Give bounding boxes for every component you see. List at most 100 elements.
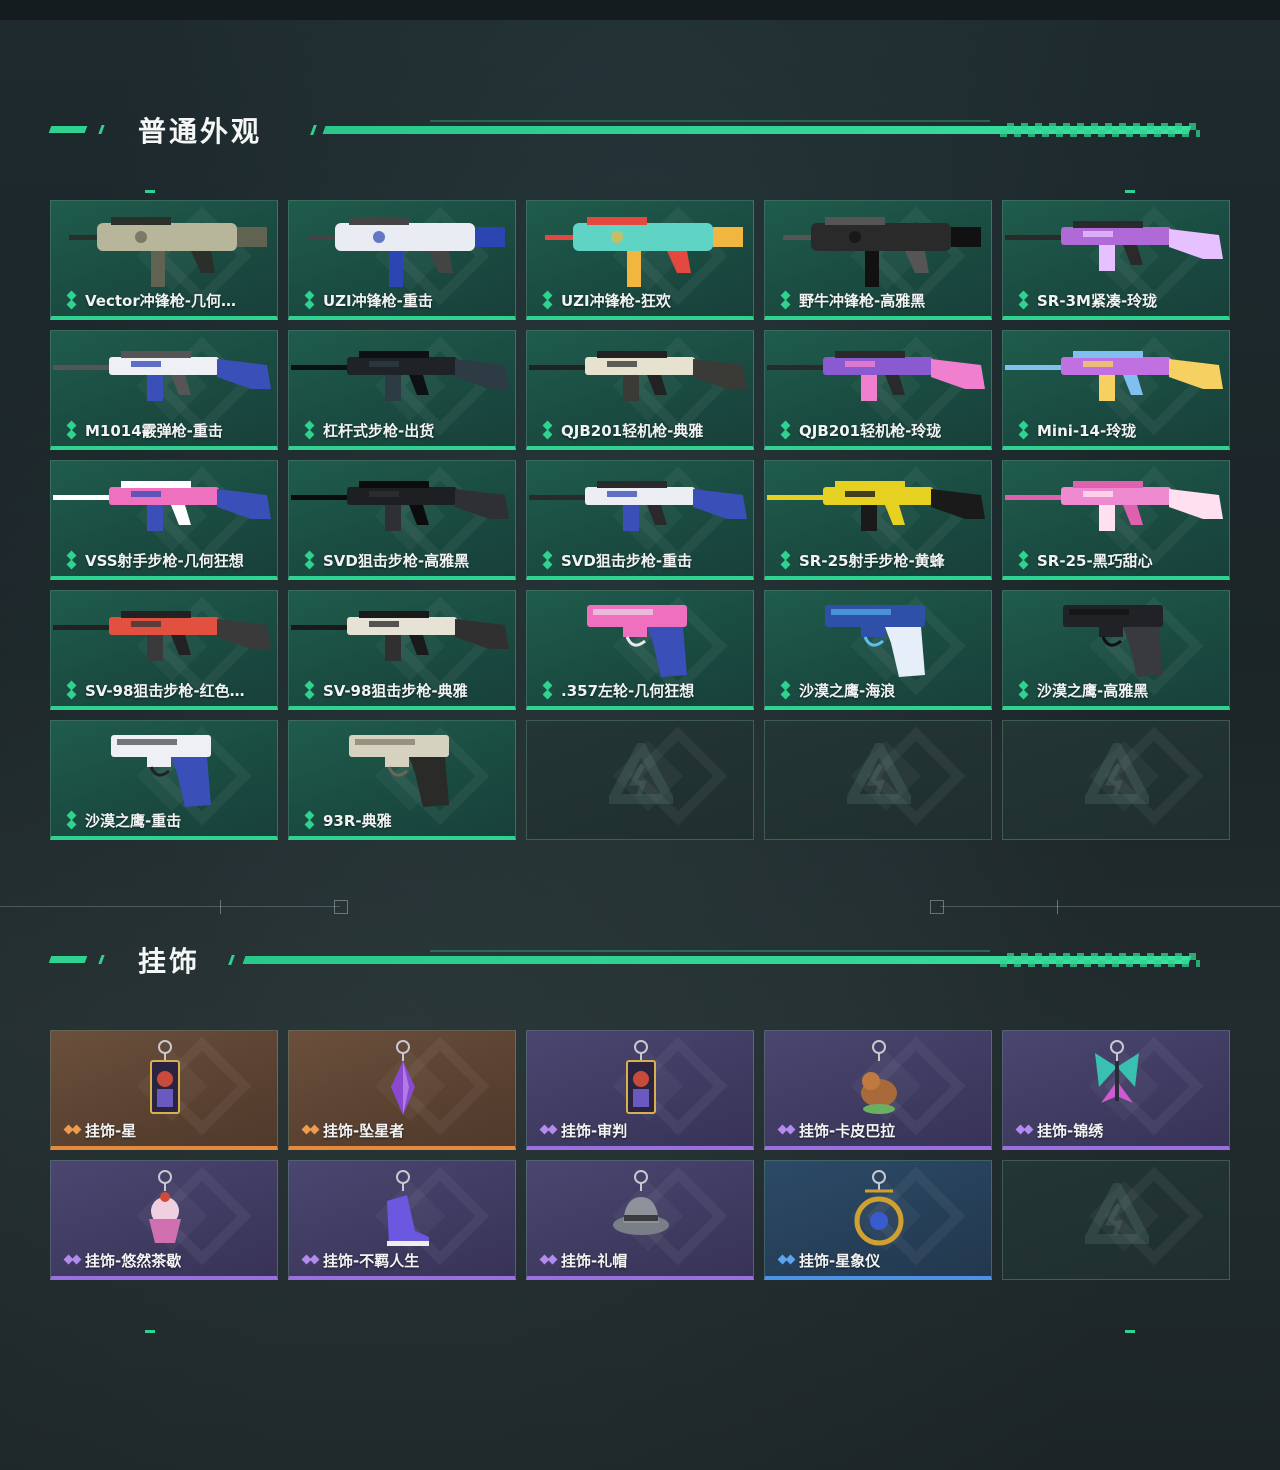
- card-label: SVD狙击步枪-高雅黑: [303, 550, 469, 570]
- skin-card[interactable]: SVD狙击步枪-高雅黑: [288, 460, 516, 580]
- rarity-icon: [65, 420, 79, 440]
- card-label: UZI冲锋枪-狂欢: [541, 290, 671, 310]
- item-name: SV-98狙击步枪-红色…: [85, 681, 245, 700]
- charm-card[interactable]: 挂饰-审判: [526, 1030, 754, 1150]
- card-label: 挂饰-星象仪: [777, 1250, 880, 1270]
- item-name: VSS射手步枪-几何狂想: [85, 551, 244, 570]
- skin-card[interactable]: M1014霰弹枪-重击: [50, 330, 278, 450]
- card-label: SR-25射手步枪-黄蜂: [779, 550, 945, 570]
- item-name: UZI冲锋枪-狂欢: [561, 291, 671, 310]
- header-thin-line: [430, 120, 990, 122]
- item-name: 挂饰-星: [85, 1121, 137, 1140]
- charms-grid: 挂饰-星 挂饰-坠星者 挂饰-审判 挂饰-卡皮巴拉 挂饰-锦绣 挂饰-悠然茶歇 …: [50, 1030, 1230, 1280]
- charm-card[interactable]: 挂饰-悠然茶歇: [50, 1160, 278, 1280]
- item-name: QJB201轻机枪-玲珑: [799, 421, 942, 440]
- item-name: 挂饰-坠星者: [323, 1121, 405, 1140]
- weapon-image: [53, 611, 271, 661]
- skin-card[interactable]: 沙漠之鹰-重击: [50, 720, 278, 840]
- skins-grid: Vector冲锋枪-几何… UZI冲锋枪-重击 UZI冲锋枪-狂欢 野牛冲锋枪-…: [50, 200, 1230, 840]
- section-header-charms: 挂饰: [48, 938, 1230, 982]
- weapon-image: [767, 481, 985, 531]
- header-accent: [228, 955, 235, 965]
- divider-node: [930, 900, 944, 914]
- skin-card[interactable]: .357左轮-几何狂想: [526, 590, 754, 710]
- card-label: Vector冲锋枪-几何…: [65, 290, 236, 310]
- weapon-image: [291, 481, 509, 531]
- skin-card[interactable]: Vector冲锋枪-几何…: [50, 200, 278, 320]
- item-name: Mini-14-玲珑: [1037, 421, 1137, 440]
- charm-image: [626, 1040, 656, 1114]
- item-name: QJB201轻机枪-典雅: [561, 421, 704, 440]
- card-label: SV-98狙击步枪-红色…: [65, 680, 245, 700]
- skin-card[interactable]: SR-25射手步枪-黄蜂: [764, 460, 992, 580]
- item-name: SR-25射手步枪-黄蜂: [799, 551, 945, 570]
- charm-card[interactable]: 挂饰-卡皮巴拉: [764, 1030, 992, 1150]
- skin-card[interactable]: SV-98狙击步枪-典雅: [288, 590, 516, 710]
- skin-card[interactable]: 杠杆式步枪-出货: [288, 330, 516, 450]
- card-label: 挂饰-锦绣: [1015, 1120, 1103, 1140]
- skin-card[interactable]: SV-98狙击步枪-红色…: [50, 590, 278, 710]
- weapon-image: [529, 351, 747, 401]
- charm-card[interactable]: 挂饰-坠星者: [288, 1030, 516, 1150]
- card-label: 挂饰-礼帽: [539, 1250, 627, 1270]
- weapon-image: [825, 605, 925, 677]
- card-label: SV-98狙击步枪-典雅: [303, 680, 468, 700]
- skin-card[interactable]: SVD狙击步枪-重击: [526, 460, 754, 580]
- card-label: SVD狙击步枪-重击: [541, 550, 692, 570]
- card-label: 挂饰-审判: [539, 1120, 628, 1140]
- weapon-image: [53, 351, 271, 401]
- weapon-image: [291, 351, 509, 401]
- skin-card[interactable]: 沙漠之鹰-海浪: [764, 590, 992, 710]
- item-name: 挂饰-审判: [561, 1121, 628, 1140]
- charm-image: [1095, 1040, 1139, 1103]
- rarity-icon: [65, 810, 79, 830]
- rarity-icon: [541, 550, 555, 570]
- rarity-icon: [65, 550, 79, 570]
- rarity-icon: [301, 1252, 320, 1268]
- weapon-image: [545, 217, 743, 287]
- rarity-icon: [1017, 550, 1031, 570]
- header-accent: [98, 125, 105, 134]
- rarity-icon: [1015, 1122, 1034, 1138]
- rarity-icon: [1017, 420, 1031, 440]
- charm-card[interactable]: 挂饰-星: [50, 1030, 278, 1150]
- card-label: 沙漠之鹰-海浪: [779, 680, 895, 700]
- charm-image: [391, 1040, 415, 1115]
- item-name: 杠杆式步枪-出货: [323, 421, 435, 440]
- weapon-image: [69, 217, 267, 287]
- skin-card[interactable]: 沙漠之鹰-高雅黑: [1002, 590, 1230, 710]
- rarity-icon: [777, 1252, 796, 1268]
- skin-card[interactable]: 93R-典雅: [288, 720, 516, 840]
- charm-card[interactable]: 挂饰-礼帽: [526, 1160, 754, 1280]
- divider-node: [220, 900, 221, 914]
- charm-card[interactable]: 挂饰-不羁人生: [288, 1160, 516, 1280]
- rarity-icon: [777, 1122, 796, 1138]
- charm-card[interactable]: 挂饰-星象仪: [764, 1160, 992, 1280]
- card-label: SR-25-黑巧甜心: [1017, 550, 1153, 570]
- rarity-icon: [63, 1122, 82, 1138]
- divider-node: [334, 900, 348, 914]
- section-title-charms: 挂饰: [138, 945, 201, 978]
- item-name: M1014霰弹枪-重击: [85, 421, 223, 440]
- charm-card[interactable]: 挂饰-锦绣: [1002, 1030, 1230, 1150]
- skin-card[interactable]: QJB201轻机枪-典雅: [526, 330, 754, 450]
- skin-card[interactable]: UZI冲锋枪-狂欢: [526, 200, 754, 320]
- skin-card[interactable]: QJB201轻机枪-玲珑: [764, 330, 992, 450]
- rarity-icon: [303, 680, 317, 700]
- rarity-icon: [779, 420, 793, 440]
- weapon-image: [1005, 351, 1223, 401]
- skin-card[interactable]: SR-3M紧凑-玲珑: [1002, 200, 1230, 320]
- logo-icon: [1085, 1183, 1149, 1244]
- weapon-image: [349, 735, 449, 807]
- skin-card[interactable]: SR-25-黑巧甜心: [1002, 460, 1230, 580]
- skin-card[interactable]: VSS射手步枪-几何狂想: [50, 460, 278, 580]
- card-label: UZI冲锋枪-重击: [303, 290, 433, 310]
- skin-card[interactable]: UZI冲锋枪-重击: [288, 200, 516, 320]
- card-label: 沙漠之鹰-重击: [65, 810, 181, 830]
- weapon-image: [529, 481, 747, 531]
- card-label: SR-3M紧凑-玲珑: [1017, 290, 1157, 310]
- skin-card[interactable]: Mini-14-玲珑: [1002, 330, 1230, 450]
- skin-card[interactable]: 野牛冲锋枪-高雅黑: [764, 200, 992, 320]
- header-accent: [48, 956, 88, 963]
- item-name: 沙漠之鹰-海浪: [799, 681, 896, 700]
